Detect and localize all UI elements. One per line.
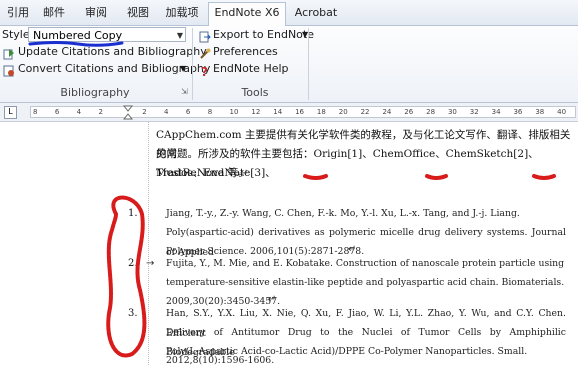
ruler-number: 6 — [185, 108, 191, 116]
ruler-number: 28 — [426, 108, 436, 116]
svg-text:?: ? — [201, 65, 208, 77]
ruler-number: 14 — [273, 108, 283, 116]
ruler-number: 10 — [229, 108, 239, 116]
ruler-number: 30 — [447, 108, 457, 116]
update-citations-icon — [3, 45, 15, 60]
ruler-number: 20 — [338, 108, 348, 116]
ruler-number: 26 — [404, 108, 414, 116]
document-page[interactable]: CAppChem.com 主要提供有关化学软件类的教程，及与化工论文写作、翻译、… — [0, 122, 578, 365]
ruler-number: 18 — [316, 108, 326, 116]
chevron-down-icon[interactable]: ▼ — [180, 64, 186, 73]
preferences-icon — [199, 45, 211, 59]
ruler-number: 36 — [513, 108, 523, 116]
export-icon — [199, 28, 211, 43]
indent-marker-icon[interactable] — [123, 105, 133, 120]
red-annotation-layer — [106, 174, 556, 358]
tab-references[interactable]: 引用 — [4, 3, 32, 25]
ruler-number: 16 — [295, 108, 304, 116]
tab-endnote-x6[interactable]: EndNote X6 — [208, 2, 286, 26]
group-separator — [308, 28, 309, 100]
tab-acrobat[interactable]: Acrobat — [290, 3, 342, 25]
ruler-number: 40 — [557, 108, 567, 116]
update-citations-button[interactable]: Update Citations and Bibliography — [18, 45, 207, 58]
ruler-number: 2 — [98, 108, 103, 116]
help-icon: ? — [199, 62, 211, 79]
ruler-number: 6 — [54, 108, 60, 116]
tools-group-label: Tools — [241, 86, 269, 99]
dialog-launcher-icon[interactable]: ⇲ — [181, 87, 188, 96]
ruler-number: 22 — [360, 108, 370, 116]
ribbon-tab-bar: 引用 邮件 审阅 视图 加载项 EndNote X6 Acrobat — [0, 0, 578, 26]
ruler-number: 2 — [142, 108, 147, 116]
ruler-strip: 8 6 4 2 2 4 6 8 10 12 14 16 18 20 22 24 26 28 30 32 34 36 38 40 — [30, 106, 576, 118]
tab-mailings[interactable]: 邮件 — [38, 3, 70, 25]
ruler-number: 24 — [382, 108, 392, 116]
export-to-endnote-button[interactable]: Export to EndNote — [213, 28, 314, 41]
group-separator — [192, 28, 193, 100]
chevron-down-icon: ▼ — [176, 31, 183, 40]
ruler-number: 32 — [469, 108, 479, 116]
ruler-number: 38 — [535, 108, 545, 116]
ruler-number: 4 — [164, 108, 169, 116]
ruler-number: 8 — [207, 108, 213, 116]
preferences-button[interactable]: Preferences — [213, 45, 278, 58]
ruler-number: 12 — [251, 108, 261, 116]
bibliography-group-label: Bibliography — [60, 86, 130, 99]
tab-review[interactable]: 审阅 — [80, 3, 112, 25]
ruler-number: 8 — [33, 108, 38, 116]
tab-stop-selector[interactable]: L — [4, 106, 17, 119]
ribbon-panel: Style: Numbered Copy ▼ Update Citations … — [0, 26, 578, 103]
ruler-number: 4 — [76, 108, 82, 116]
ruler-number: 34 — [491, 108, 501, 116]
horizontal-ruler[interactable]: L 8 6 4 2 2 4 6 8 10 12 14 16 18 20 22 24 26 28 30 32 34 36 38… — [0, 103, 578, 122]
tab-addins[interactable]: 加载项 — [162, 3, 202, 25]
endnote-help-button[interactable]: EndNote Help — [213, 62, 289, 75]
tab-view[interactable]: 视图 — [122, 3, 154, 25]
convert-citations-icon — [3, 62, 15, 77]
